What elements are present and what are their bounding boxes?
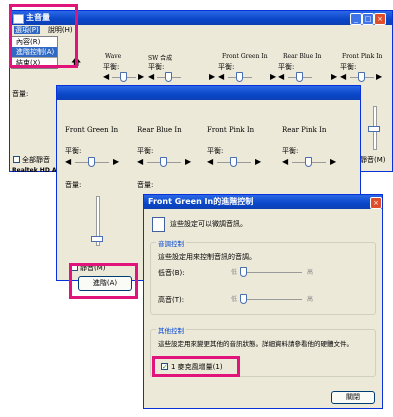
- main-volume-label: 音量:: [12, 90, 29, 98]
- speaker-left-icon: ◀: [207, 157, 214, 166]
- speaker-right-icon: ▶: [270, 72, 277, 81]
- dialog-title-bar: Front Green In的進階控制: [144, 195, 382, 209]
- dialog-title: Front Green In的進階控制: [148, 197, 254, 206]
- main-balance-label-1: 平衡:: [103, 63, 120, 71]
- speaker-right-icon: ▶: [138, 72, 145, 81]
- mute-all-checkbox[interactable]: [13, 156, 20, 163]
- rec-balance-label-1: 平衡:: [65, 147, 82, 155]
- rec-volume-slider-1[interactable]: [91, 196, 103, 246]
- speaker-right-icon: ▶: [185, 157, 192, 166]
- main-col-front-green: Front Green In: [222, 53, 268, 60]
- menu-item-exit[interactable]: 結束(X): [12, 57, 57, 68]
- main-maximize-button[interactable]: □: [362, 13, 374, 25]
- rec-balance-label-3: 平衡:: [207, 147, 224, 155]
- rec-balance-slider-2[interactable]: [147, 157, 181, 167]
- main-balance-slider-4[interactable]: [288, 72, 312, 82]
- main-col-front-pink: Front Pink In: [342, 53, 383, 60]
- main-menubar: 選項(P) 說明(H): [10, 25, 392, 36]
- other-desc: 這些設定用來變更其他的音訊狀態。詳細資料請參看他的硬體文件。: [158, 340, 353, 348]
- other-group-title: 其他控制: [156, 325, 186, 335]
- treble-slider[interactable]: [240, 294, 302, 304]
- treble-high-label: 高: [307, 296, 314, 303]
- volume-app-icon: [13, 14, 24, 24]
- record-title-bar: [57, 86, 360, 100]
- menu-help[interactable]: 說明(H): [48, 26, 73, 34]
- speaker-left-icon: ◀: [103, 72, 110, 81]
- speaker-right-icon: ▶: [330, 157, 337, 166]
- bass-low-label: 低: [231, 269, 238, 276]
- bass-slider[interactable]: [240, 267, 302, 277]
- main-balance-slider-3[interactable]: [228, 72, 252, 82]
- mic-boost-label: 1 麥克風增量(1): [171, 363, 223, 371]
- speaker-right-icon: ▶: [255, 157, 262, 166]
- bass-label: 低音(B):: [158, 269, 185, 277]
- main-col-wave: Wave: [105, 53, 122, 60]
- tone-group-title: 音調控制: [156, 238, 186, 248]
- rec-balance-slider-3[interactable]: [217, 157, 251, 167]
- advanced-dialog: Front Green In的進階控制 × 這些設定可以微調音訊。 音調控制 這…: [143, 194, 383, 409]
- advanced-button[interactable]: 進階(A): [78, 276, 132, 291]
- speaker-right-icon: ▶: [113, 157, 120, 166]
- main-balance-label-4: 平衡:: [278, 63, 295, 71]
- mute-all-label: 全部靜音: [22, 156, 50, 164]
- bass-high-label: 高: [307, 269, 314, 276]
- main-title-bar: 主音量: [10, 11, 392, 25]
- speaker-left-icon: ◀: [65, 157, 72, 166]
- speaker-left-icon: ◀: [137, 157, 144, 166]
- rec-volume-label-1: 音量:: [65, 181, 82, 189]
- speaker-right-icon: ▶: [376, 72, 383, 81]
- rec-balance-label-2: 平衡:: [137, 147, 154, 155]
- main-minimize-button[interactable]: _: [350, 13, 362, 25]
- main-window-title: 主音量: [26, 13, 50, 22]
- speaker-left-icon: ◀: [218, 72, 225, 81]
- treble-label: 高音(T):: [158, 296, 185, 304]
- rec-balance-slider-4[interactable]: [292, 157, 326, 167]
- speaker-left-icon: ◀: [340, 72, 347, 81]
- rec-col-rear-pink: Rear Pink In: [282, 126, 327, 134]
- speaker-right-icon: ▶: [209, 72, 216, 81]
- main-balance-slider-2[interactable]: [157, 72, 181, 82]
- rec-mute-label: 靜音(M): [80, 264, 106, 272]
- speaker-left-icon: ◀: [282, 157, 289, 166]
- main-mute-label: 靜音(M): [360, 156, 386, 164]
- speaker-left-icon: ◀: [278, 72, 285, 81]
- mouse-cursor-icon: 🡅: [71, 57, 82, 68]
- main-balance-label-2: 平衡:: [148, 63, 165, 71]
- main-col-sw: SW 合成: [148, 55, 173, 62]
- main-balance-slider-1[interactable]: [112, 72, 136, 82]
- rec-balance-label-4: 平衡:: [282, 147, 299, 155]
- menu-item-advanced-controls[interactable]: 進階控制(A): [12, 47, 57, 57]
- tone-desc: 這些設定用來控制音訊的音調。: [158, 253, 256, 261]
- main-balance-slider-5[interactable]: [350, 72, 374, 82]
- rec-col-rear-blue: Rear Blue In: [137, 126, 182, 134]
- dialog-intro-text: 這些設定可以微調音訊。: [170, 220, 247, 228]
- main-balance-label-3: 平衡:: [218, 63, 235, 71]
- menu-options[interactable]: 選項(P): [14, 26, 40, 34]
- main-col-rear-blue: Rear Blue In: [283, 53, 322, 60]
- main-volume-slider-right[interactable]: [368, 106, 380, 150]
- rec-col-front-green: Front Green In: [65, 126, 119, 134]
- treble-low-label: 低: [231, 296, 238, 303]
- main-close-button[interactable]: ×: [374, 13, 386, 25]
- main-status-text: Realtek HD Au: [12, 167, 61, 174]
- rec-balance-slider-1[interactable]: [75, 157, 109, 167]
- properties-icon: [152, 217, 165, 232]
- menu-item-properties[interactable]: 內容(R): [12, 37, 57, 47]
- options-menu: 內容(R) 進階控制(A) 結束(X): [11, 36, 58, 69]
- rec-col-front-pink: Front Pink In: [207, 126, 255, 134]
- dialog-close-x-button[interactable]: ×: [370, 197, 382, 209]
- mic-boost-checkbox[interactable]: ✓: [161, 363, 168, 371]
- rec-volume-label-2: 音量:: [137, 181, 154, 189]
- speaker-right-icon: ▶: [331, 72, 338, 81]
- dialog-close-button[interactable]: 關閉: [331, 391, 375, 404]
- main-balance-label-5: 平衡:: [340, 63, 357, 71]
- speaker-left-icon: ◀: [148, 72, 155, 81]
- rec-mute-checkbox[interactable]: [71, 264, 78, 271]
